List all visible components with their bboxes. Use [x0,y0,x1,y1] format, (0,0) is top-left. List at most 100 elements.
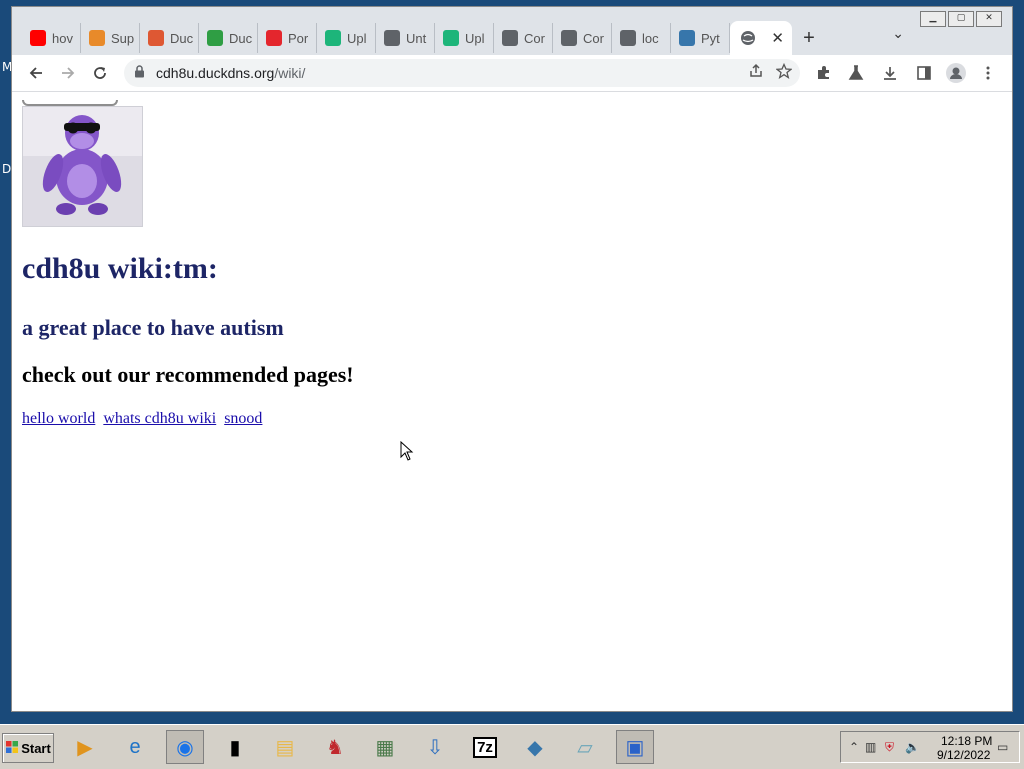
globe-icon [620,30,636,46]
diamond-icon [89,30,105,46]
tab-item[interactable]: Unt [376,23,435,53]
taskbar-app-button[interactable]: ♞ [316,730,354,764]
tab-label: Upl [465,30,485,46]
close-window-button[interactable]: ✕ [976,11,1002,27]
globe-icon [502,30,518,46]
tab-item[interactable]: Duc [199,23,258,53]
show-desktop-icon[interactable]: ▭ [997,740,1008,754]
taskbar-app-button[interactable]: 7z [466,730,504,764]
tab-item[interactable]: Sup [81,23,140,53]
side-panel-icon [917,66,931,80]
link-hello-world[interactable]: hello world [22,410,95,427]
tab-item[interactable]: Duc [140,23,199,53]
python-app-icon: ◆ [527,736,543,759]
globe-icon [384,30,400,46]
start-label: Start [21,740,51,756]
url-host: cdh8u.duckdns.org [156,65,275,81]
recommended-heading: check out our recommended pages! [22,362,354,387]
file-explorer-icon: ▤ [275,736,295,759]
tab-item[interactable]: loc [612,23,671,53]
tab-item[interactable]: Por [258,23,317,53]
system-tray: ⌃ ▥ ⛨ 🔈 12:18 PM 9/12/2022 ▭ [840,731,1020,763]
duckduckgo-icon [148,30,164,46]
mascot-image [22,106,143,227]
taskbar-app-button[interactable]: ▣ [616,730,654,764]
page-subtitle: a great place to have autism [22,315,284,340]
tab-label: Upl [347,30,367,46]
lock-icon [134,65,145,81]
back-button[interactable] [24,61,48,85]
tab-label: Por [288,30,309,46]
security-shield-icon[interactable]: ⛨ [885,740,894,755]
labs-button[interactable] [844,61,868,85]
new-tab-button[interactable]: + [792,23,826,53]
purple-gorilla-icon [42,115,122,215]
installer-icon: ⇩ [426,736,444,759]
side-panel-button[interactable] [912,61,936,85]
extensions-button[interactable] [812,61,836,85]
tab-label: Cor [524,30,545,46]
share-icon[interactable] [748,63,764,83]
taskbar-app-button[interactable]: ▦ [366,730,404,764]
taskbar-app-button[interactable]: ▮ [216,730,254,764]
start-button[interactable]: Start [2,733,54,763]
reload-button[interactable] [88,61,112,85]
chevron-up-icon[interactable]: ⌃ [849,740,859,754]
desktop-icon-label: D [2,162,12,176]
menu-button[interactable] [976,61,1000,85]
address-bar[interactable]: cdh8u.duckdns.org/wiki/ [124,59,800,87]
tab-item[interactable]: Cor [494,23,553,53]
python-icon [679,30,695,46]
recommended-links: hello world whats cdh8u wiki snood [22,410,266,428]
tab-list: hov Sup Duc Duc Por Upl Unt Upl Cor Cor loc Pyt ✕ + [22,21,826,55]
taskbar-app-button[interactable]: ◆ [516,730,554,764]
tab-search-button[interactable]: ⌄ [892,25,904,42]
taskbar-app-button[interactable]: ▤ [266,730,304,764]
minimize-button[interactable]: ▁ [920,11,946,27]
link-whats-cdh8u-wiki[interactable]: whats cdh8u wiki [103,410,216,427]
tab-item[interactable]: Upl [317,23,376,53]
taskbar: Start ▶ e ◉ ▮ ▤ ♞ ▦ ⇩ 7z ◆ ▱ ▣ ⌃ ▥ ⛨ 🔈 12:18 PM 9/1… [0,724,1024,769]
tab-label: hov [52,30,73,46]
taskbar-app-button[interactable]: ◉ [166,730,204,764]
link-snood[interactable]: snood [224,410,262,427]
close-tab-icon[interactable]: ✕ [771,29,784,47]
bookmark-star-icon[interactable] [775,62,793,83]
taskbar-app-button[interactable]: ▶ [66,730,104,764]
reload-icon [94,67,106,79]
download-icon [884,67,896,80]
back-arrow-icon [29,67,42,79]
racing-game-icon: ♞ [326,736,344,759]
profile-button[interactable] [944,61,968,85]
tab-item[interactable]: hov [22,23,81,53]
taskbar-app-button[interactable]: ▱ [566,730,604,764]
tab-label: Duc [170,30,194,46]
globe-icon [740,30,756,46]
tab-active[interactable]: ✕ [730,21,792,55]
taskbar-app-button[interactable]: e [116,730,154,764]
downloads-button[interactable] [878,61,902,85]
url-path: /wiki/ [274,65,306,81]
chrome-web-icon [207,30,223,46]
avatar-icon [946,63,966,83]
command-prompt-icon: ▮ [229,736,241,759]
tab-item[interactable]: Upl [435,23,494,53]
volume-icon[interactable]: 🔈 [905,740,920,754]
tab-item[interactable]: Cor [553,23,612,53]
page-content: cdh8u wiki:tm: a great place to have aut… [12,92,1012,711]
clock-date[interactable]: 9/12/2022 [937,748,990,762]
puzzle-icon [818,66,829,79]
globe-icon [561,30,577,46]
tab-label: loc [642,30,659,46]
forward-arrow-icon [62,67,75,79]
clock-time[interactable]: 12:18 PM [941,734,992,748]
pornhub-icon [266,30,282,46]
forward-button[interactable] [56,61,80,85]
youtube-icon [30,30,46,46]
url-text: cdh8u.duckdns.org/wiki/ [156,65,305,81]
taskbar-app-button[interactable]: ⇩ [416,730,454,764]
network-icon[interactable]: ▥ [865,740,876,754]
maximize-button[interactable]: ▢ [948,11,974,27]
flask-icon [848,65,864,80]
tab-item[interactable]: Pyt [671,23,730,53]
